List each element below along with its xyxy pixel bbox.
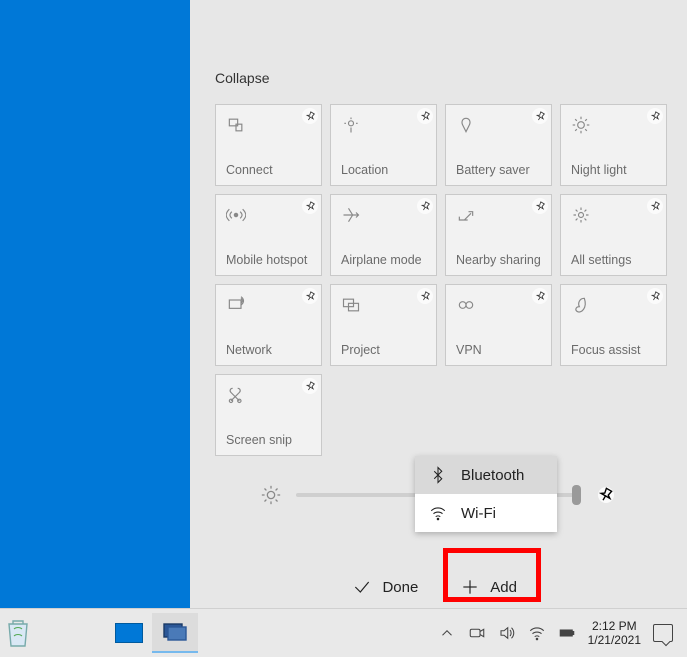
done-button[interactable]: Done [352,577,418,597]
tray-meet-now-icon[interactable] [468,624,486,642]
quick-action-tiles: Connect Location Battery saver Night light M… [215,104,667,456]
pin-icon[interactable] [302,108,318,124]
battery-icon [456,115,476,135]
pin-icon[interactable] [302,198,318,214]
tile-label: All settings [571,253,656,267]
pin-icon[interactable] [532,288,548,304]
tile-label: Mobile hotspot [226,253,311,267]
tile-label: Airplane mode [341,253,426,267]
add-button-highlight [443,548,541,602]
tile-network[interactable]: Network [215,284,322,366]
tile-nearby[interactable]: Nearby sharing [445,194,552,276]
done-label: Done [382,579,418,596]
airplane-icon [341,205,361,225]
desktop-blue-area [0,0,190,608]
taskbar[interactable]: 2:12 PM 1/21/2021 [0,608,687,657]
tile-location[interactable]: Location [330,104,437,186]
popup-item-label: Bluetooth [461,467,524,484]
brightness-pin-icon[interactable] [598,487,614,503]
tile-focus[interactable]: Focus assist [560,284,667,366]
pin-icon[interactable] [532,108,548,124]
network-icon [226,295,246,315]
collapse-button[interactable]: Collapse [215,70,667,86]
brightness-slider-thumb[interactable] [572,485,581,505]
tile-label: Battery saver [456,163,541,177]
action-center-footer: Done Add [190,569,687,605]
tile-settings[interactable]: All settings [560,194,667,276]
pin-icon[interactable] [647,288,663,304]
recycle-bin-icon[interactable] [0,611,36,655]
nightlight-icon [571,115,591,135]
tile-battery[interactable]: Battery saver [445,104,552,186]
tile-label: Night light [571,163,656,177]
tile-connect[interactable]: Connect [215,104,322,186]
tray-volume-icon[interactable] [498,624,516,642]
checkmark-icon [352,577,372,597]
tile-label: VPN [456,343,541,357]
taskbar-app-taskview[interactable] [152,613,198,653]
pin-icon[interactable] [302,378,318,394]
popup-item-label: Wi-Fi [461,505,496,522]
taskbar-app-1[interactable] [106,613,152,653]
pin-icon[interactable] [302,288,318,304]
pin-icon[interactable] [417,288,433,304]
bluetooth-icon [429,466,447,484]
tile-label: Focus assist [571,343,656,357]
location-icon [341,115,361,135]
tile-nightlight[interactable]: Night light [560,104,667,186]
tile-vpn[interactable]: VPN [445,284,552,366]
tile-label: Network [226,343,311,357]
tile-label: Nearby sharing [456,253,541,267]
taskbar-time: 2:12 PM [588,619,641,633]
taskbar-date: 1/21/2021 [588,633,641,647]
pin-icon[interactable] [532,198,548,214]
snip-icon [226,385,246,405]
tile-label: Screen snip [226,433,311,447]
pin-icon[interactable] [647,108,663,124]
taskbar-clock[interactable]: 2:12 PM 1/21/2021 [588,619,641,647]
tile-label: Project [341,343,426,357]
tile-label: Connect [226,163,311,177]
focus-icon [571,295,591,315]
nearby-icon [456,205,476,225]
add-quick-action-popup: Bluetooth Wi-Fi [415,456,557,532]
notification-center-icon[interactable] [653,624,673,642]
tile-hotspot[interactable]: Mobile hotspot [215,194,322,276]
pin-icon[interactable] [417,108,433,124]
vpn-icon [456,295,476,315]
tile-label: Location [341,163,426,177]
tile-airplane[interactable]: Airplane mode [330,194,437,276]
tile-project[interactable]: Project [330,284,437,366]
popup-item-bluetooth[interactable]: Bluetooth [415,456,557,494]
project-icon [341,295,361,315]
tile-snip[interactable]: Screen snip [215,374,322,456]
brightness-icon [260,484,282,506]
connect-icon [226,115,246,135]
wifi-icon [429,504,447,522]
pin-icon[interactable] [417,198,433,214]
tray-battery-icon[interactable] [558,624,576,642]
tray-chevron-up-icon[interactable] [438,624,456,642]
settings-icon [571,205,591,225]
pin-icon[interactable] [647,198,663,214]
hotspot-icon [226,205,246,225]
popup-item-wifi[interactable]: Wi-Fi [415,494,557,532]
tray-wifi-icon[interactable] [528,624,546,642]
